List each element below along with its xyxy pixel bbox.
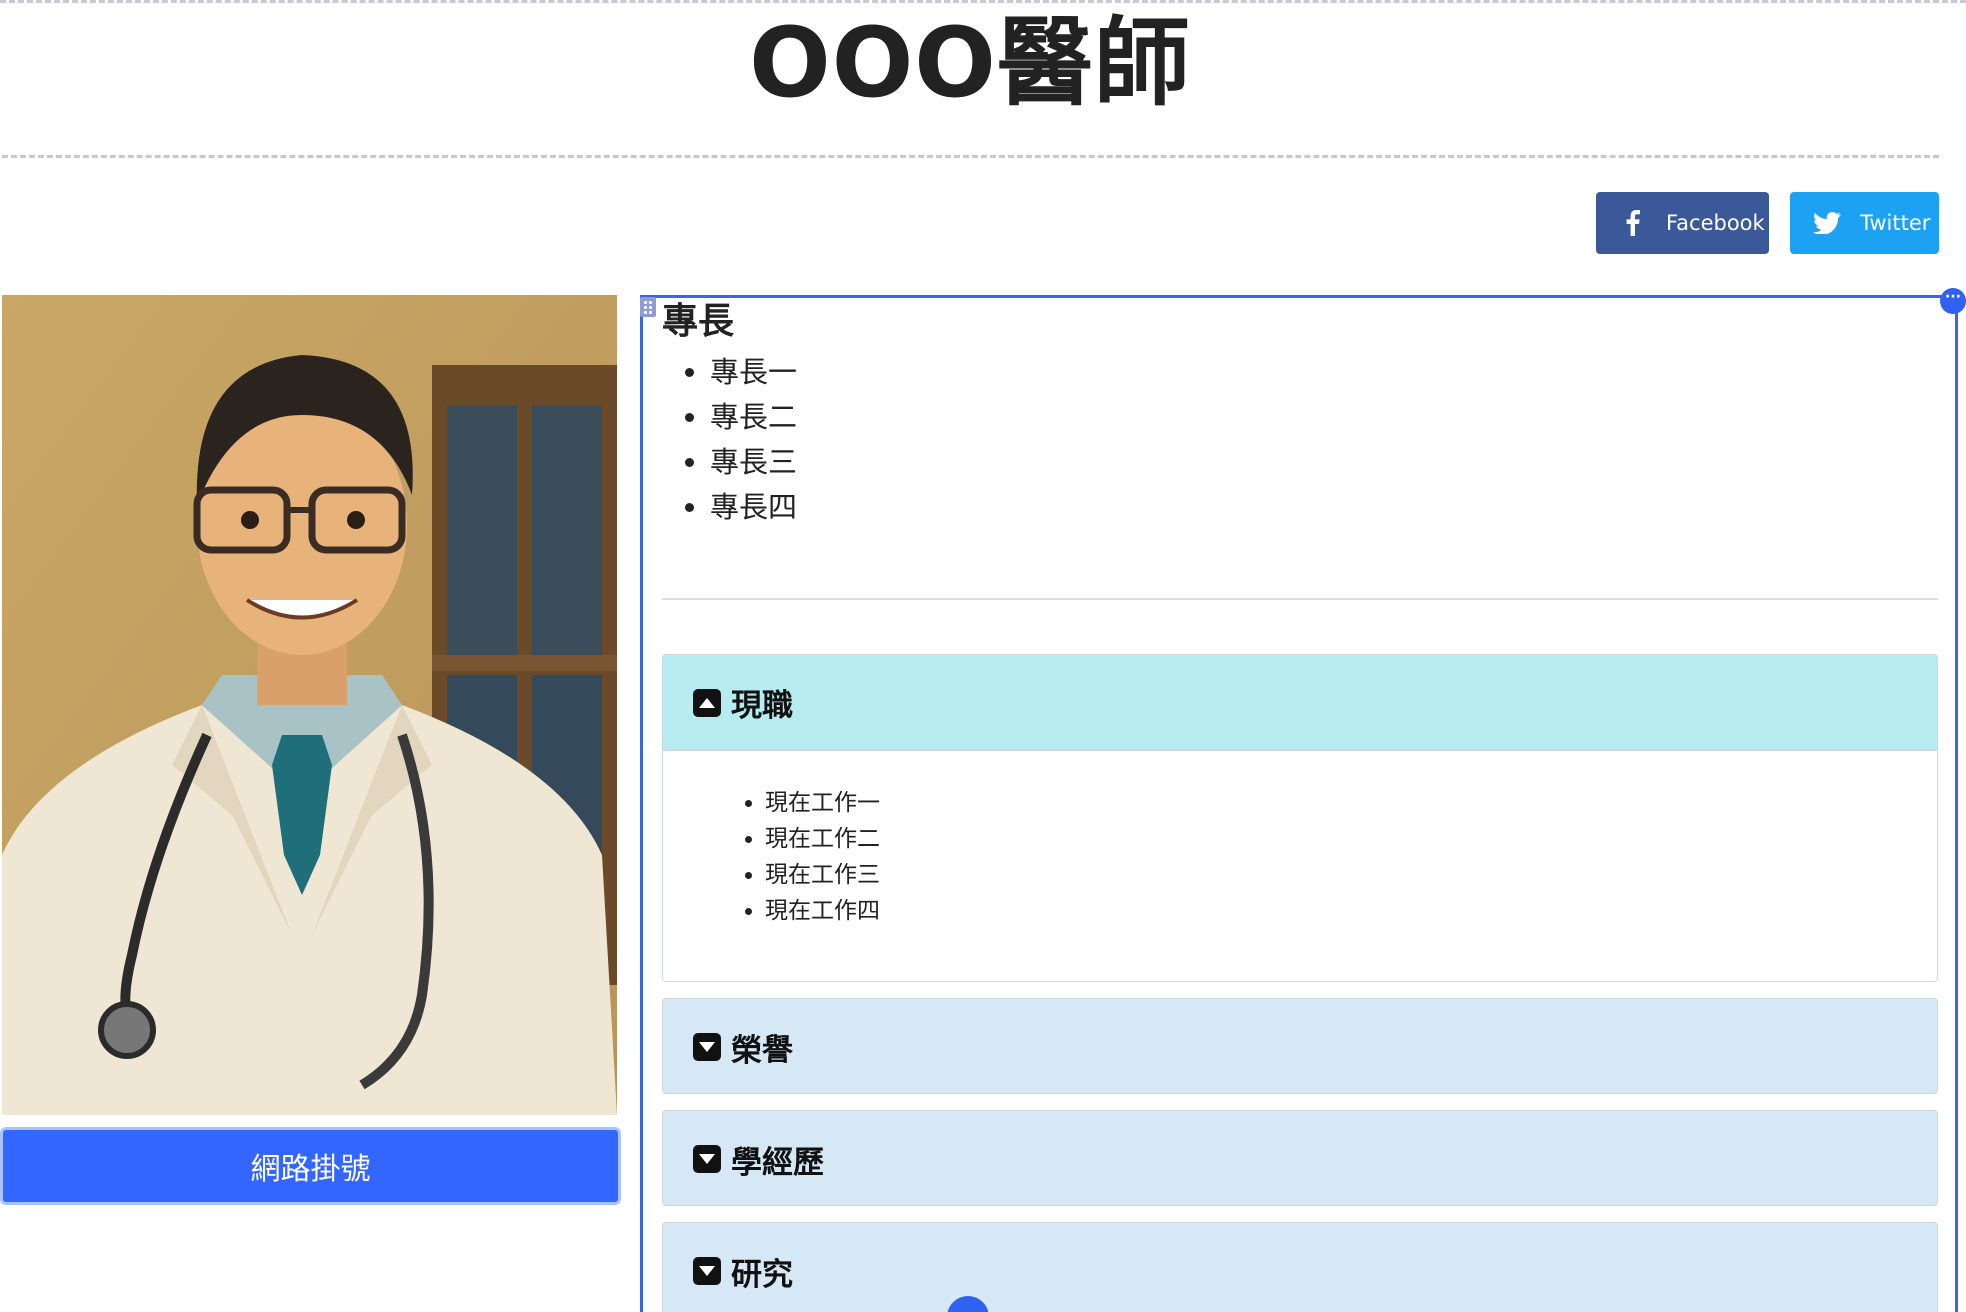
section-divider — [662, 598, 1938, 600]
accordion-current-position: 現職 現在工作一 現在工作二 現在工作三 現在工作四 — [662, 654, 1938, 982]
list-item: 現在工作四 — [765, 893, 1937, 929]
caret-down-icon — [693, 1145, 721, 1173]
facebook-icon — [1618, 208, 1648, 238]
caret-down-icon — [693, 1033, 721, 1061]
list-item: 專長三 — [710, 440, 797, 485]
specialties-list: 專長一 專長二 專長三 專長四 — [710, 350, 797, 530]
page-title: OOO醫師 — [749, 7, 1191, 119]
caret-up-icon — [693, 688, 721, 717]
top-divider — [0, 0, 1966, 4]
more-options-icon[interactable]: ··· — [1940, 288, 1966, 314]
accordion-header-current-position[interactable]: 現職 — [663, 655, 1937, 751]
accordion-header-honors[interactable]: 榮譽 — [663, 999, 1937, 1095]
doctor-photo — [2, 295, 617, 1115]
accordion-label: 研究 — [731, 1256, 793, 1293]
list-item: 專長四 — [710, 485, 797, 530]
facebook-share-button[interactable]: Facebook — [1596, 192, 1769, 254]
title-divider — [2, 155, 1939, 158]
list-item: 專長一 — [710, 350, 797, 395]
caret-down-icon — [693, 1257, 721, 1285]
online-booking-button[interactable]: 網路掛號 — [0, 1127, 621, 1205]
list-item: 現在工作二 — [765, 821, 1937, 857]
list-item: 現在工作一 — [765, 785, 1937, 821]
accordion-header-education[interactable]: 學經歷 — [663, 1111, 1937, 1207]
list-item: 專長二 — [710, 395, 797, 440]
accordion-label: 榮譽 — [731, 1032, 793, 1069]
list-item: 現在工作三 — [765, 857, 1937, 893]
accordion-header-research[interactable]: 研究 — [663, 1223, 1937, 1312]
current-position-list: 現在工作一 現在工作二 現在工作三 現在工作四 — [663, 751, 1937, 929]
accordion-education[interactable]: 學經歷 — [662, 1110, 1938, 1206]
accordion-label: 現職 — [731, 688, 793, 724]
accordion-label: 學經歷 — [731, 1144, 824, 1181]
specialties-heading: 專長 — [662, 301, 735, 342]
facebook-label: Facebook — [1666, 211, 1765, 235]
accordion-honors[interactable]: 榮譽 — [662, 998, 1938, 1094]
accordion-research[interactable]: 研究 — [662, 1222, 1938, 1312]
twitter-icon — [1812, 208, 1842, 238]
twitter-label: Twitter — [1860, 211, 1931, 235]
twitter-share-button[interactable]: Twitter — [1790, 192, 1939, 254]
drag-handle-icon[interactable] — [640, 297, 656, 317]
page: OOO醫師 Facebook Twitter 網路掛號 ··· 專長 • 專長一… — [0, 0, 1966, 1312]
